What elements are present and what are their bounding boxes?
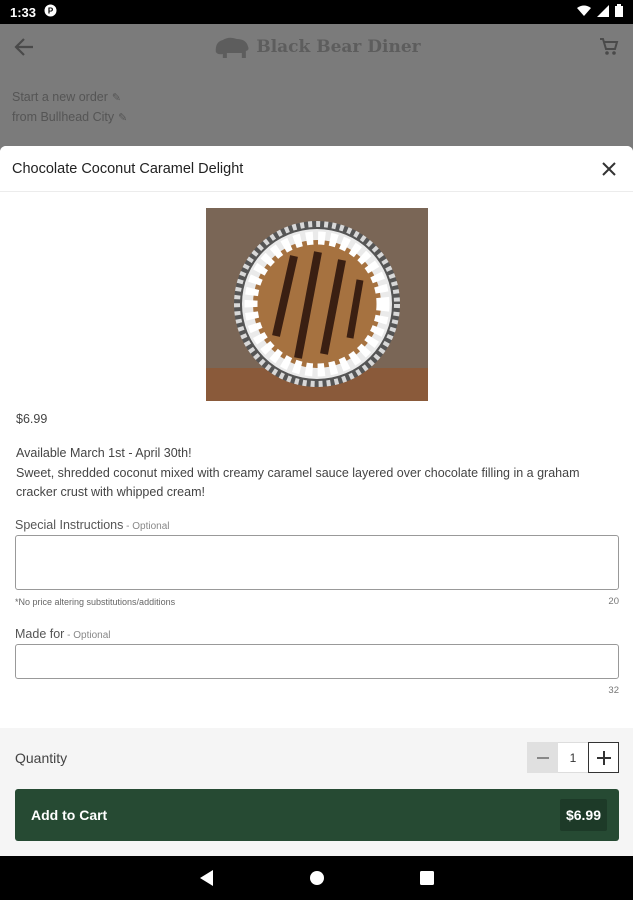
add-to-cart-label: Add to Cart — [31, 807, 108, 823]
optional-tag: - Optional — [123, 521, 170, 532]
special-instructions-label-text: Special Instructions — [15, 518, 124, 532]
item-detail-modal: Chocolate Coconut Caramel Delight $6.99 … — [0, 146, 633, 856]
brand-logo: Black Bear Diner — [212, 34, 421, 60]
wifi-icon — [577, 5, 591, 20]
quantity-stepper: 1 — [527, 742, 619, 773]
add-to-cart-price: $6.99 — [559, 799, 607, 831]
made-for-input[interactable] — [15, 644, 619, 679]
brand-name: Black Bear Diner — [256, 37, 421, 57]
order-info[interactable]: Start a new order ✎ from Bullhead City ✎ — [0, 74, 633, 128]
description-availability: Available March 1st - April 30th! — [16, 446, 192, 460]
square-recents-icon[interactable] — [419, 871, 434, 885]
description-text: Sweet, shredded coconut mixed with cream… — [16, 465, 580, 500]
increase-quantity-button[interactable] — [588, 742, 619, 773]
status-bar: 1:33 P — [0, 0, 633, 24]
plus-icon — [596, 750, 611, 765]
status-time: 1:33 — [10, 4, 37, 20]
decrease-quantity-button[interactable] — [527, 742, 558, 773]
optional-tag: - Optional — [64, 630, 111, 641]
cart-icon[interactable] — [599, 37, 619, 62]
order-line-2: from Bullhead City — [12, 110, 115, 124]
made-for-counter: 32 — [608, 685, 619, 696]
signal-icon — [597, 4, 609, 20]
order-line-1: Start a new order — [12, 90, 108, 104]
special-instructions-label: Special Instructions - Optional — [15, 518, 170, 532]
made-for-label: Made for - Optional — [15, 627, 110, 641]
background-toolbar: Black Bear Diner — [0, 24, 633, 74]
bear-logo-icon — [215, 37, 249, 58]
made-for-label-text: Made for — [15, 627, 65, 641]
quantity-section: Quantity 1 Add to Cart $6.99 — [0, 728, 633, 856]
quantity-label: Quantity — [15, 750, 68, 766]
item-price: $6.99 — [16, 412, 48, 426]
battery-icon — [615, 4, 623, 20]
triangle-back-icon[interactable] — [199, 870, 214, 886]
special-instructions-counter: 20 — [608, 596, 619, 607]
substitution-hint: *No price altering substitutions/additio… — [15, 597, 176, 607]
add-to-cart-button[interactable]: Add to Cart $6.99 — [15, 789, 619, 841]
modal-title: Chocolate Coconut Caramel Delight — [12, 160, 244, 177]
minus-icon — [536, 756, 549, 759]
special-instructions-input[interactable] — [15, 535, 619, 590]
notification-icon: P — [44, 4, 57, 20]
circle-home-icon[interactable] — [309, 871, 324, 885]
pencil-icon: ✎ — [111, 92, 122, 104]
arrow-left-icon[interactable] — [14, 37, 34, 61]
background-screen: Black Bear Diner Start a new order ✎ from… — [0, 24, 633, 146]
pencil-icon: ✎ — [118, 112, 128, 124]
quantity-value: 1 — [558, 742, 588, 773]
system-navigation-bar — [0, 856, 633, 900]
svg-text:P: P — [48, 7, 54, 16]
product-image — [206, 208, 428, 401]
item-description: Available March 1st - April 30th! Sweet,… — [16, 444, 616, 503]
close-icon[interactable] — [597, 157, 621, 181]
modal-header: Chocolate Coconut Caramel Delight — [0, 146, 633, 192]
